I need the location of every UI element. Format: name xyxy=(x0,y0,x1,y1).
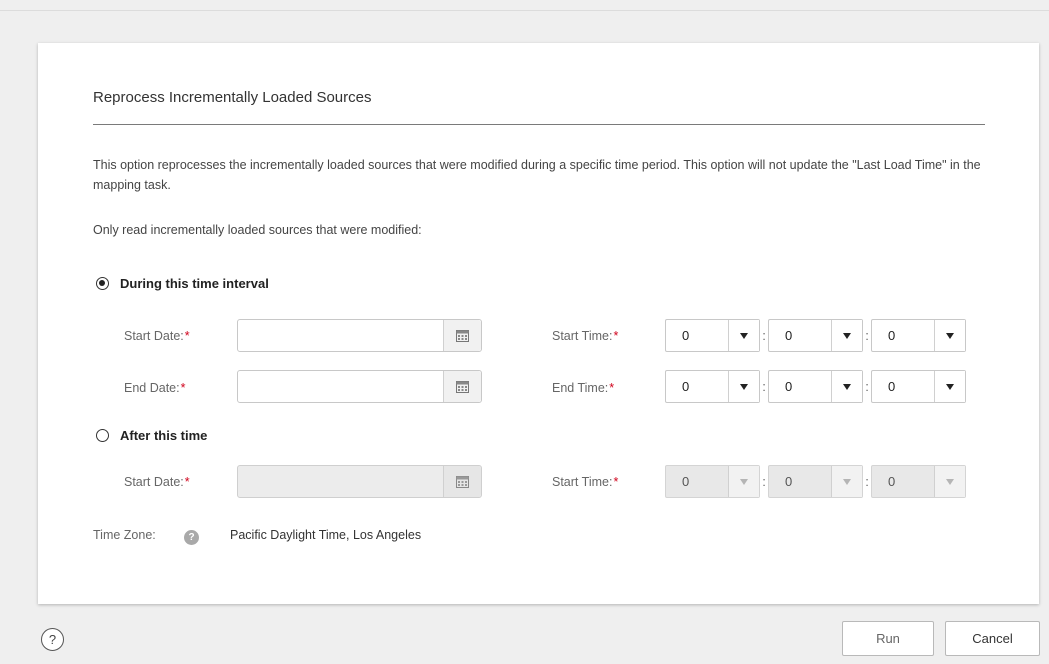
interval-end-time-group: 0 : 0 : 0 xyxy=(665,370,966,403)
time-separator: : xyxy=(762,379,766,394)
time-separator: : xyxy=(762,474,766,489)
after-start-time-group: 0 : 0 : 0 xyxy=(665,465,966,498)
interval-end-minute-select[interactable]: 0 xyxy=(768,370,863,403)
interval-end-hour-select[interactable]: 0 xyxy=(665,370,760,403)
caret-down-icon[interactable] xyxy=(934,466,965,497)
caret-down-icon[interactable] xyxy=(831,466,862,497)
interval-end-date-input[interactable] xyxy=(237,370,482,403)
caret-down-icon[interactable] xyxy=(728,371,759,402)
interval-end-date-label: End Date:* xyxy=(124,381,186,395)
dialog-instruction: Only read incrementally loaded sources t… xyxy=(93,223,422,237)
interval-start-time-group: 0 : 0 : 0 xyxy=(665,319,966,352)
help-icon[interactable]: ? xyxy=(184,530,199,545)
after-start-time-label: Start Time:* xyxy=(552,475,619,489)
interval-start-hour-select[interactable]: 0 xyxy=(665,319,760,352)
run-button[interactable]: Run xyxy=(842,621,934,656)
caret-down-icon[interactable] xyxy=(831,320,862,351)
calendar-icon[interactable] xyxy=(443,320,481,351)
time-separator: : xyxy=(865,328,869,343)
caret-down-icon[interactable] xyxy=(728,320,759,351)
top-divider xyxy=(0,10,1049,11)
after-radio-label: After this time xyxy=(120,428,208,443)
interval-start-date-input[interactable] xyxy=(237,319,482,352)
after-start-minute-select[interactable]: 0 xyxy=(768,465,863,498)
calendar-icon[interactable] xyxy=(443,466,481,497)
caret-down-icon[interactable] xyxy=(934,371,965,402)
dialog-panel: Reprocess Incrementally Loaded Sources T… xyxy=(38,43,1039,604)
caret-down-icon[interactable] xyxy=(831,371,862,402)
radio-option-after[interactable]: After this time xyxy=(96,428,207,443)
caret-down-icon[interactable] xyxy=(728,466,759,497)
interval-start-date-label: Start Date:* xyxy=(124,329,190,343)
title-divider xyxy=(93,124,985,125)
interval-radio-button[interactable] xyxy=(96,277,109,290)
interval-radio-label: During this time interval xyxy=(120,276,269,291)
interval-end-second-select[interactable]: 0 xyxy=(871,370,966,403)
dialog-description: This option reprocesses the incrementall… xyxy=(93,158,981,192)
after-start-date-input[interactable] xyxy=(237,465,482,498)
dialog-title: Reprocess Incrementally Loaded Sources xyxy=(93,89,372,106)
caret-down-icon[interactable] xyxy=(934,320,965,351)
interval-start-minute-select[interactable]: 0 xyxy=(768,319,863,352)
radio-option-interval[interactable]: During this time interval xyxy=(96,276,269,291)
after-start-hour-select[interactable]: 0 xyxy=(665,465,760,498)
after-start-date-label: Start Date:* xyxy=(124,475,190,489)
help-icon[interactable]: ? xyxy=(41,628,64,651)
interval-start-time-label: Start Time:* xyxy=(552,329,619,343)
interval-end-time-label: End Time:* xyxy=(552,381,615,395)
calendar-icon[interactable] xyxy=(443,371,481,402)
after-radio-button[interactable] xyxy=(96,429,109,442)
after-start-second-select[interactable]: 0 xyxy=(871,465,966,498)
time-separator: : xyxy=(865,474,869,489)
cancel-button[interactable]: Cancel xyxy=(945,621,1040,656)
interval-start-second-select[interactable]: 0 xyxy=(871,319,966,352)
time-separator: : xyxy=(865,379,869,394)
time-separator: : xyxy=(762,328,766,343)
time-zone-value: Pacific Daylight Time, Los Angeles xyxy=(230,528,422,542)
time-zone-label: Time Zone: xyxy=(93,528,156,542)
